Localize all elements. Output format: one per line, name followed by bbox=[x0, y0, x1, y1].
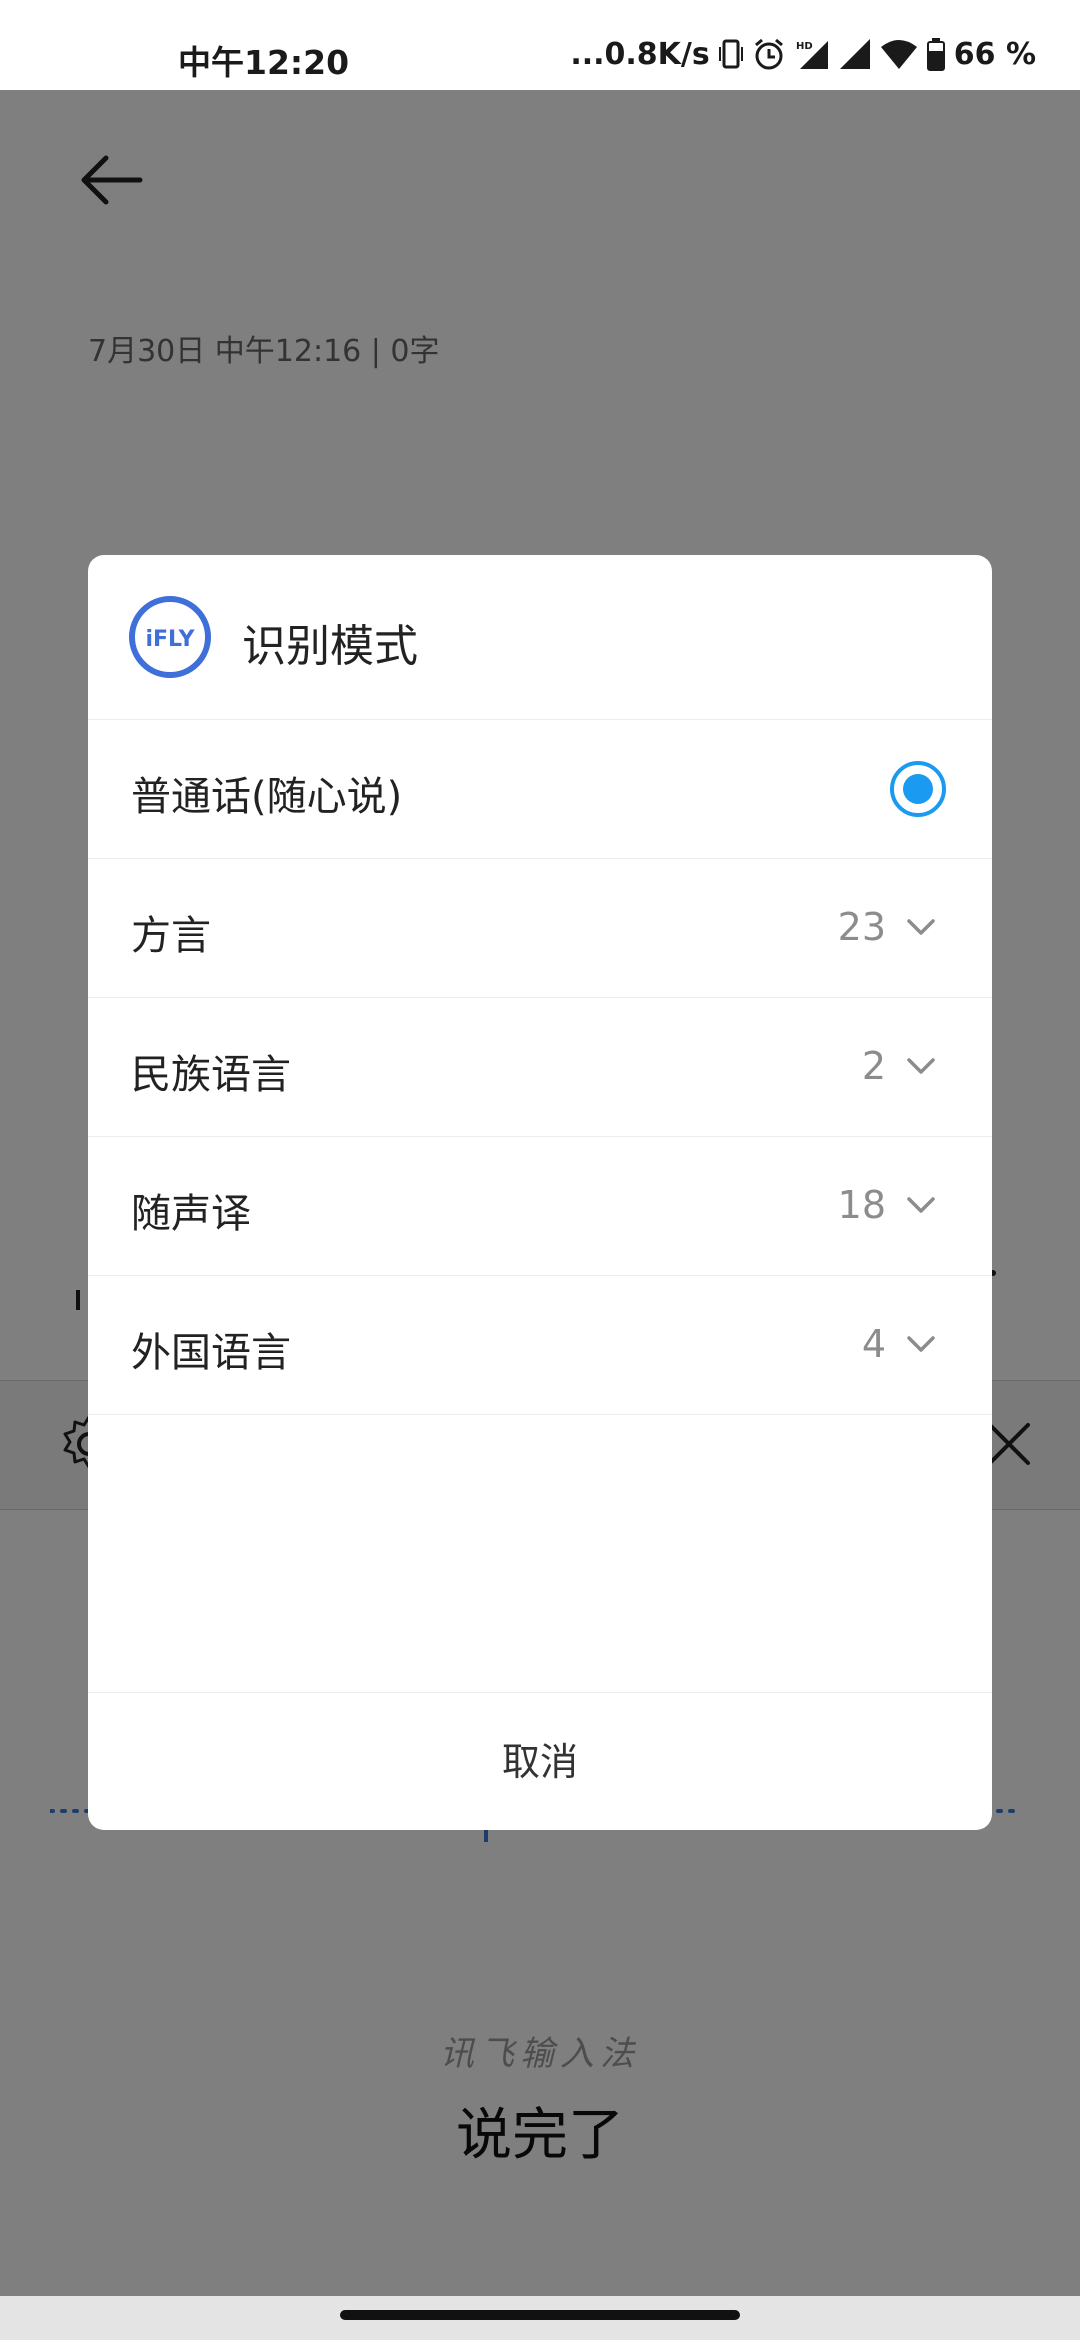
battery-icon bbox=[926, 36, 946, 72]
hd-signal-icon: HD bbox=[794, 36, 830, 72]
cancel-button[interactable]: 取消 bbox=[88, 1693, 992, 1830]
mode-option-dialect[interactable]: 方言 23 bbox=[88, 859, 992, 998]
radio-selected-icon[interactable] bbox=[890, 761, 946, 817]
option-label: 随声译 bbox=[131, 1191, 251, 1237]
recognition-mode-dialog: iFLY 识别模式 普通话(随心说) 方言 23 民族语言 2 随声译 18 外… bbox=[88, 555, 992, 1830]
option-label: 民族语言 bbox=[131, 1052, 291, 1098]
dialog-footer: 取消 bbox=[88, 1692, 992, 1830]
battery-level: 66 % bbox=[953, 36, 1036, 72]
dialog-title: 识别模式 bbox=[242, 621, 418, 672]
mode-option-foreign-language[interactable]: 外国语言 4 bbox=[88, 1276, 992, 1415]
option-label: 方言 bbox=[131, 913, 211, 959]
option-count: 2 bbox=[861, 1044, 886, 1088]
network-speed: ...0.8K/s bbox=[570, 36, 710, 72]
home-indicator[interactable] bbox=[340, 2310, 740, 2320]
option-count: 4 bbox=[861, 1322, 886, 1366]
option-count: 18 bbox=[837, 1183, 886, 1227]
alarm-icon bbox=[752, 36, 786, 72]
signal-icon bbox=[838, 36, 872, 72]
mode-option-voice-translate[interactable]: 随声译 18 bbox=[88, 1137, 992, 1276]
mode-option-mandarin[interactable]: 普通话(随心说) bbox=[88, 720, 992, 859]
status-bar: 中午12:20 ...0.8K/s HD 66 % bbox=[0, 0, 1080, 90]
mode-option-ethnic-language[interactable]: 民族语言 2 bbox=[88, 998, 992, 1137]
option-label: 外国语言 bbox=[131, 1330, 291, 1376]
wifi-icon bbox=[880, 36, 918, 72]
vibrate-icon bbox=[718, 36, 744, 72]
option-count: 23 bbox=[837, 905, 886, 949]
svg-text:HD: HD bbox=[796, 41, 813, 52]
ifly-logo-icon: iFLY bbox=[129, 596, 211, 678]
chevron-down-icon bbox=[907, 1058, 935, 1074]
svg-text:iFLY: iFLY bbox=[145, 627, 195, 652]
chevron-down-icon bbox=[907, 1336, 935, 1352]
dialog-header: iFLY 识别模式 bbox=[88, 555, 992, 720]
option-label: 普通话(随心说) bbox=[131, 774, 403, 820]
status-time: 中午12:20 bbox=[178, 43, 350, 82]
chevron-down-icon bbox=[907, 919, 935, 935]
status-icons: ...0.8K/s HD 66 % bbox=[570, 36, 1036, 72]
chevron-down-icon bbox=[907, 1197, 935, 1213]
